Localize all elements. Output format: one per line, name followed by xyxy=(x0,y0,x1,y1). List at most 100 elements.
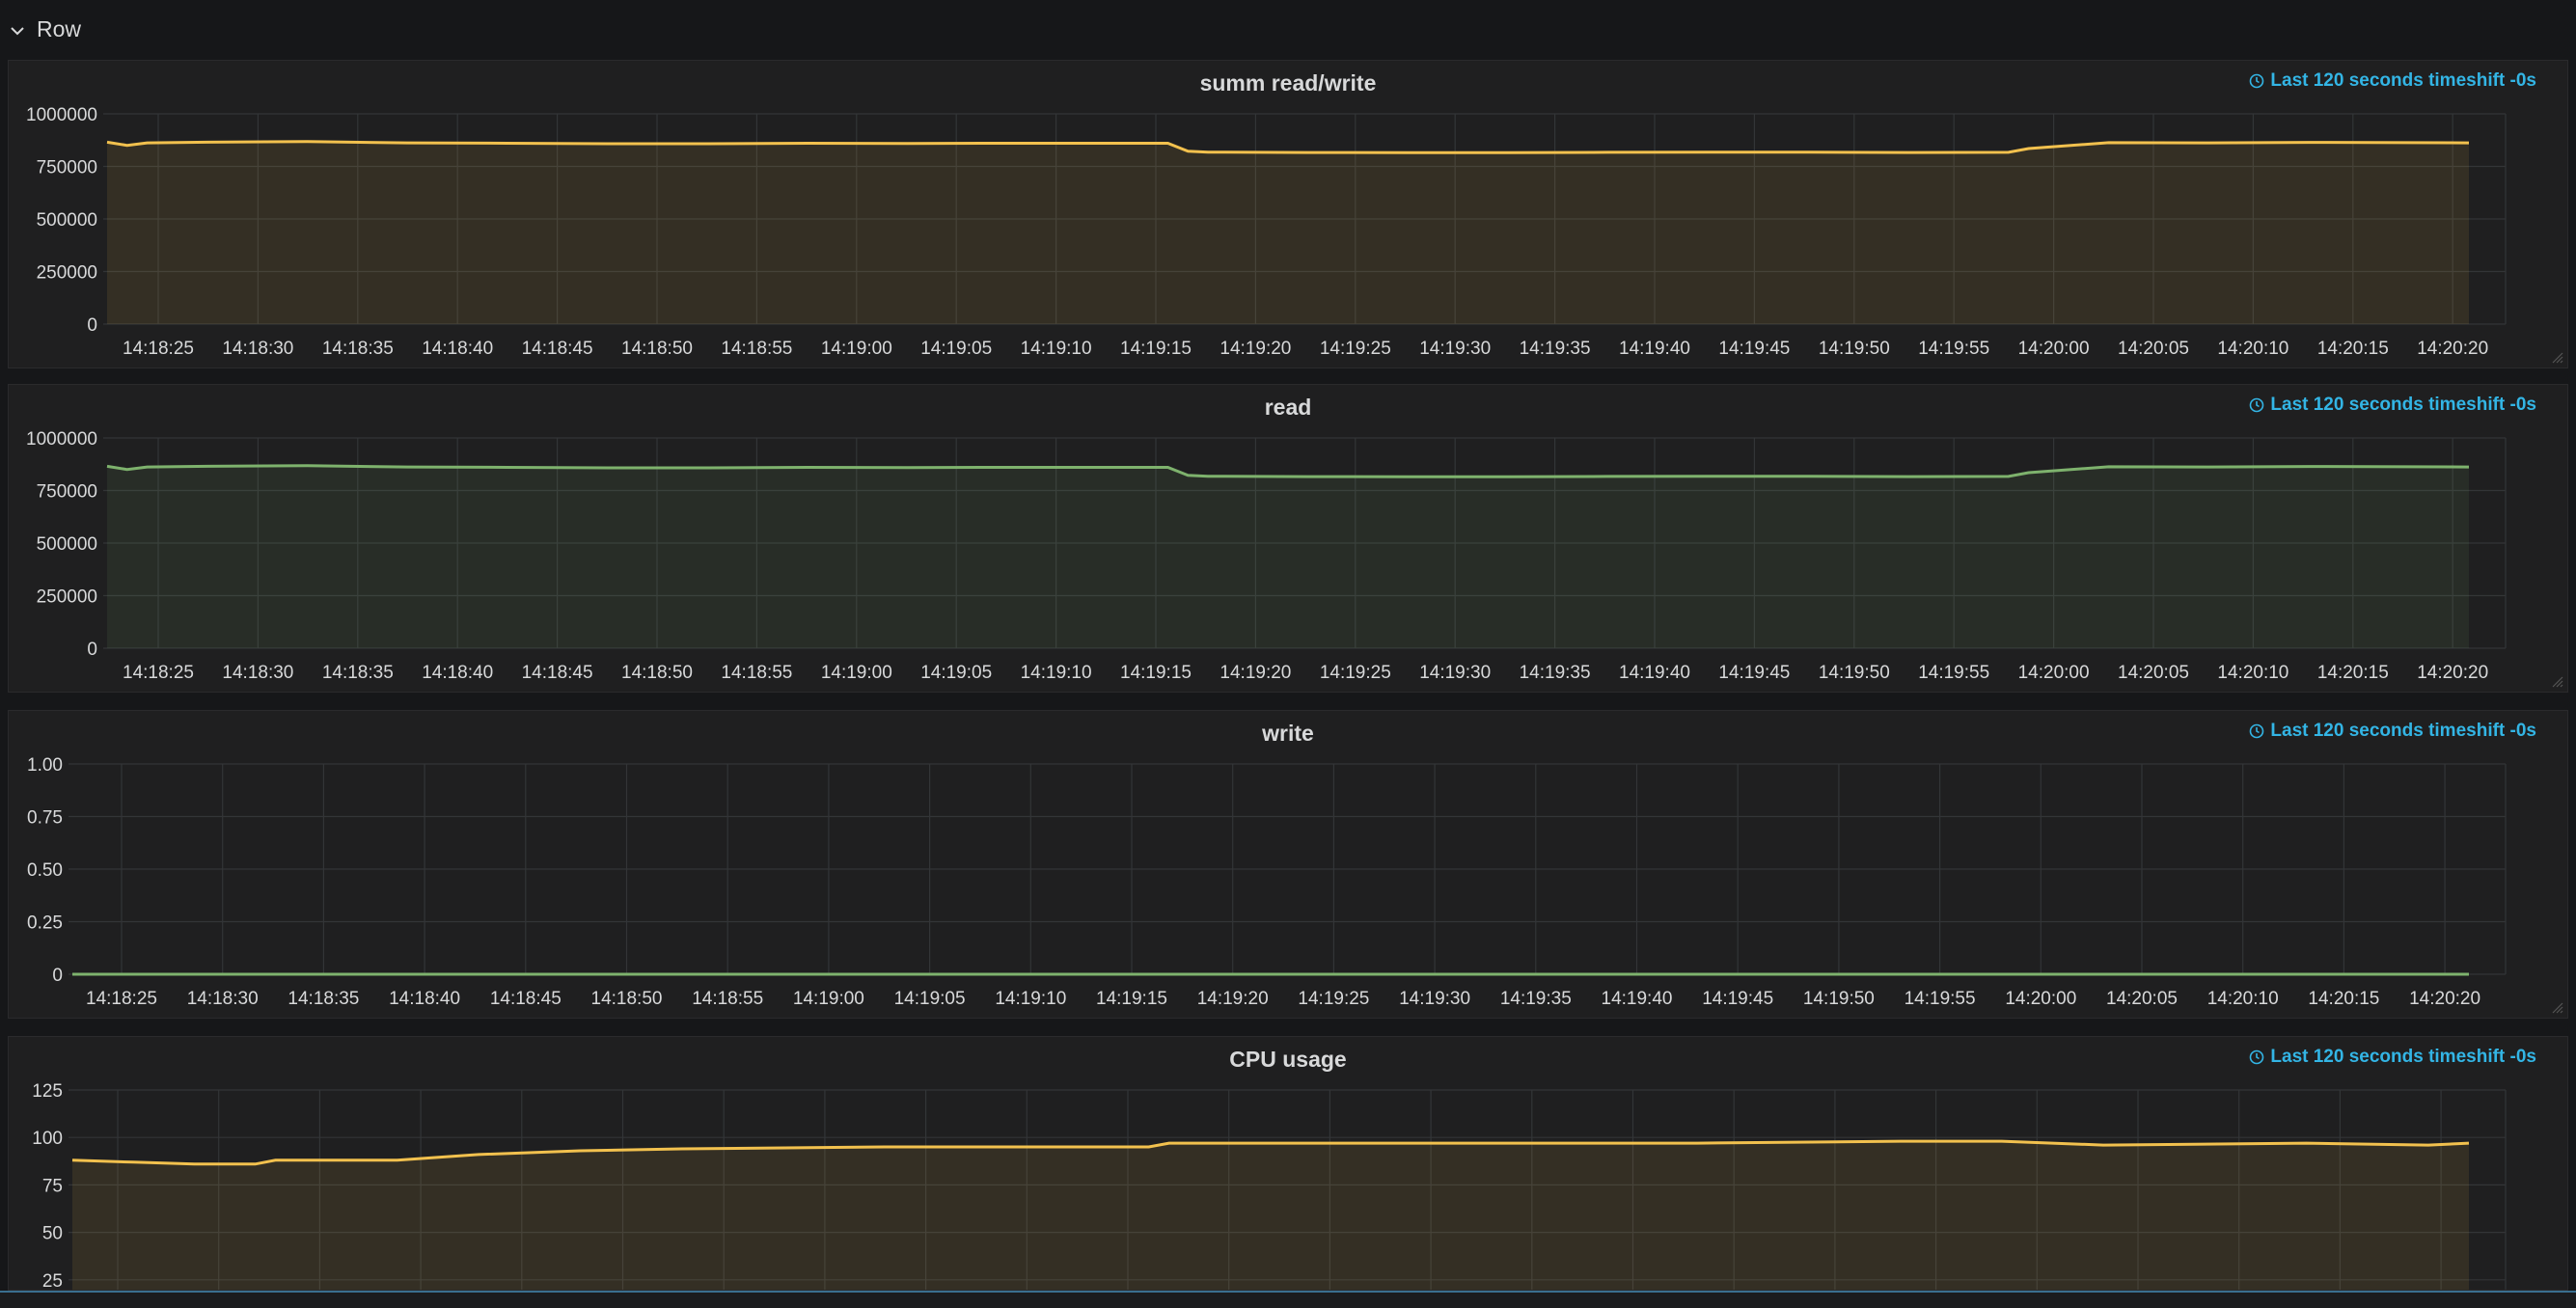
x-tick-label: 14:19:55 xyxy=(1918,339,1989,359)
x-tick-label: 14:19:25 xyxy=(1298,989,1369,1009)
y-tick-label: 0 xyxy=(87,640,97,660)
panel-cpu-usage: CPU usage Last 120 seconds timeshift -0s… xyxy=(8,1036,2568,1291)
y-tick-label: 1.00 xyxy=(27,755,63,776)
x-tick-label: 14:20:15 xyxy=(2308,989,2379,1009)
x-tick-label: 14:20:20 xyxy=(2409,989,2480,1009)
x-tick-label: 14:19:00 xyxy=(793,989,864,1009)
x-tick-label: 14:18:30 xyxy=(222,339,293,359)
resize-handle-icon[interactable] xyxy=(2550,1000,2563,1014)
x-tick-label: 14:20:20 xyxy=(2417,339,2488,359)
y-tick-label: 0 xyxy=(87,315,97,336)
x-tick-label: 14:18:35 xyxy=(322,339,394,359)
x-tick-label: 14:18:40 xyxy=(422,663,493,683)
x-tick-label: 14:19:55 xyxy=(1905,989,1976,1009)
x-tick-label: 14:19:30 xyxy=(1399,989,1470,1009)
x-tick-label: 14:19:05 xyxy=(920,339,992,359)
x-tick-label: 14:19:00 xyxy=(821,339,892,359)
plot-area: 0 0.25 0.50 0.75 1.00 14:18:25 14:18:30 14:18:3… xyxy=(27,755,2507,1009)
y-tick-label: 500000 xyxy=(37,210,97,231)
summ-read-write-chart: 0 250000 500000 750000 1000000 14:18:25 14:18:… xyxy=(26,105,2507,359)
panel-summ-read-write: summ read/write Last 120 seconds timeshi… xyxy=(8,60,2568,368)
y-tick-label: 125 xyxy=(32,1081,63,1102)
series-area xyxy=(107,465,2469,648)
y-tick-label: 100 xyxy=(32,1129,63,1149)
x-tick-label: 14:19:20 xyxy=(1219,339,1291,359)
x-tick-label: 14:18:55 xyxy=(721,663,792,683)
y-tick-label: 25 xyxy=(42,1271,63,1292)
x-tick-label: 14:20:05 xyxy=(2118,663,2189,683)
chevron-down-icon[interactable] xyxy=(8,21,27,41)
x-tick-label: 14:20:05 xyxy=(2118,339,2189,359)
x-tick-label: 14:19:45 xyxy=(1702,989,1773,1009)
x-tick-label: 14:19:05 xyxy=(894,989,966,1009)
x-tick-label: 14:20:10 xyxy=(2217,663,2288,683)
x-tick-label: 14:18:45 xyxy=(490,989,562,1009)
x-tick-label: 14:18:55 xyxy=(721,339,792,359)
x-tick-label: 14:18:50 xyxy=(621,339,693,359)
y-tick-label: 0.50 xyxy=(27,860,63,881)
y-tick-label: 250000 xyxy=(37,587,97,608)
x-tick-label: 14:20:20 xyxy=(2417,663,2488,683)
panel-write: write Last 120 seconds timeshift -0s 0 0.… xyxy=(8,710,2568,1019)
x-tick-label: 14:19:05 xyxy=(920,663,992,683)
resize-handle-icon[interactable] xyxy=(2550,350,2563,364)
x-tick-label: 14:18:25 xyxy=(123,663,194,683)
x-tick-label: 14:20:15 xyxy=(2317,663,2389,683)
x-tick-label: 14:20:05 xyxy=(2106,989,2178,1009)
y-tick-label: 1000000 xyxy=(26,105,97,125)
x-tick-label: 14:18:35 xyxy=(322,663,394,683)
y-tick-label: 750000 xyxy=(37,158,97,178)
x-tick-label: 14:19:50 xyxy=(1819,663,1890,683)
write-chart: 0 0.25 0.50 0.75 1.00 14:18:25 14:18:30 14:18:3… xyxy=(27,755,2507,1009)
x-tick-label: 14:19:50 xyxy=(1803,989,1875,1009)
x-tick-label: 14:18:25 xyxy=(86,989,157,1009)
row-title[interactable]: Row xyxy=(37,16,81,42)
cpu-usage-chart: 25 50 75 100 125 xyxy=(32,1081,2507,1292)
x-tick-label: 14:18:50 xyxy=(591,989,663,1009)
read-chart: 0 250000 500000 750000 1000000 14:18:25 14:18:… xyxy=(26,429,2507,683)
y-tick-label: 75 xyxy=(42,1176,63,1196)
x-tick-label: 14:19:35 xyxy=(1520,339,1591,359)
x-tick-label: 14:19:35 xyxy=(1520,663,1591,683)
plot-area: 0 250000 500000 750000 1000000 14:18:25 14:18:… xyxy=(26,105,2507,359)
x-tick-label: 14:18:40 xyxy=(422,339,493,359)
y-tick-label: 500000 xyxy=(37,534,97,555)
x-tick-label: 14:19:25 xyxy=(1320,339,1391,359)
dashboard: Row summ read/write Last 120 seconds tim… xyxy=(0,0,2576,1308)
x-tick-label: 14:18:25 xyxy=(123,339,194,359)
x-tick-label: 14:18:30 xyxy=(187,989,259,1009)
x-tick-label: 14:18:40 xyxy=(389,989,460,1009)
y-tick-label: 250000 xyxy=(37,263,97,284)
resize-handle-icon[interactable] xyxy=(2550,674,2563,688)
series-area xyxy=(72,1141,2469,1290)
x-tick-label: 14:19:15 xyxy=(1120,339,1192,359)
x-tick-label: 14:19:50 xyxy=(1819,339,1890,359)
x-tick-label: 14:19:20 xyxy=(1197,989,1269,1009)
y-tick-label: 750000 xyxy=(37,482,97,503)
horizontal-scrollbar[interactable] xyxy=(0,1291,2576,1308)
x-tick-label: 14:19:35 xyxy=(1500,989,1572,1009)
x-tick-label: 14:19:30 xyxy=(1419,339,1491,359)
plot-area: 25 50 75 100 125 xyxy=(32,1081,2507,1292)
x-tick-label: 14:18:30 xyxy=(222,663,293,683)
x-tick-label: 14:18:45 xyxy=(522,663,593,683)
x-tick-label: 14:19:30 xyxy=(1419,663,1491,683)
x-tick-label: 14:20:15 xyxy=(2317,339,2389,359)
x-tick-label: 14:20:10 xyxy=(2207,989,2279,1009)
x-tick-label: 14:18:45 xyxy=(522,339,593,359)
y-tick-label: 0.75 xyxy=(27,808,63,829)
x-tick-label: 14:18:50 xyxy=(621,663,693,683)
plot-area: 0 250000 500000 750000 1000000 14:18:25 14:18:… xyxy=(26,429,2507,683)
x-tick-label: 14:19:10 xyxy=(1021,339,1092,359)
x-tick-label: 14:19:45 xyxy=(1718,663,1790,683)
x-tick-label: 14:20:00 xyxy=(2018,339,2090,359)
x-tick-label: 14:20:10 xyxy=(2217,339,2288,359)
y-tick-label: 50 xyxy=(42,1224,63,1244)
x-tick-label: 14:19:10 xyxy=(995,989,1066,1009)
x-tick-label: 14:20:00 xyxy=(2005,989,2076,1009)
y-tick-label: 0 xyxy=(52,966,63,986)
x-tick-label: 14:18:55 xyxy=(692,989,763,1009)
row-header: Row xyxy=(0,0,2576,60)
x-tick-label: 14:19:55 xyxy=(1918,663,1989,683)
x-tick-label: 14:19:40 xyxy=(1619,663,1690,683)
